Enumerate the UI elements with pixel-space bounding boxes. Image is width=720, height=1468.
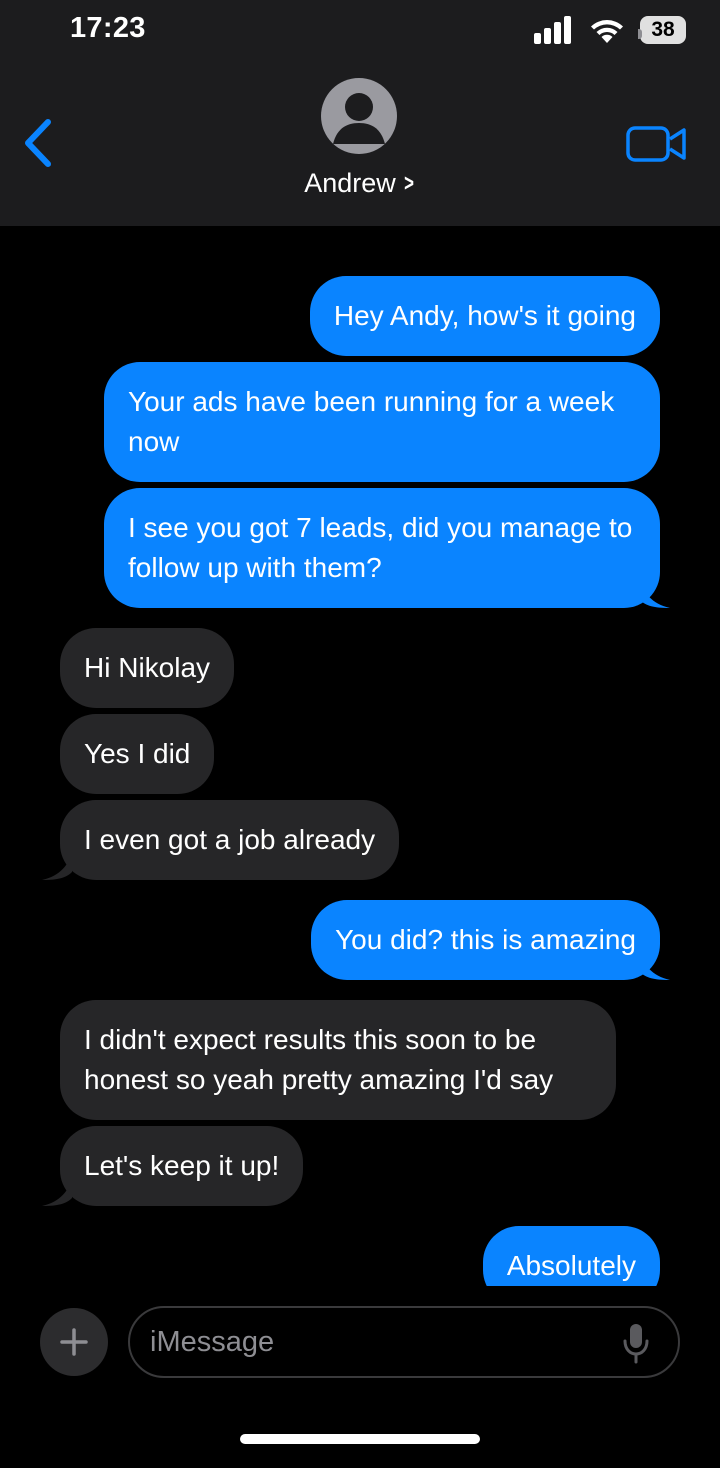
message-bubble-sent[interactable]: Your ads have been running for a week no… [104, 362, 660, 482]
video-camera-icon[interactable] [626, 124, 688, 164]
person-icon [333, 93, 385, 144]
bubble-tail [42, 1176, 72, 1206]
message-input[interactable]: iMessage [128, 1306, 680, 1378]
bubble-tail [640, 578, 670, 608]
bubble-tail [640, 950, 670, 980]
wifi-icon [591, 20, 623, 43]
home-indicator[interactable] [240, 1434, 480, 1444]
message-bubble-sent[interactable]: Hey Andy, how's it going [309, 276, 660, 356]
cellular-signal-icon [534, 16, 571, 44]
message-bubble-received[interactable]: Yes I did [60, 714, 215, 794]
message-thread[interactable]: Hey Andy, how's it going Your ads have b… [0, 226, 720, 1286]
plus-button[interactable] [40, 1308, 108, 1376]
contact-name-button[interactable]: Andrew > [0, 168, 720, 199]
message-bubble-received[interactable]: Hi Nikolay [60, 628, 235, 708]
message-bubble-received[interactable]: Let's keep it up! [60, 1126, 304, 1206]
microphone-icon[interactable] [622, 1322, 650, 1364]
message-bubble-received[interactable]: I didn't expect results this soon to be … [60, 1000, 616, 1120]
conversation-header: 17:23 38 Andrew > [0, 0, 720, 226]
message-input-placeholder: iMessage [150, 1325, 275, 1358]
plus-icon [60, 1328, 88, 1356]
bubble-tail [42, 850, 72, 880]
message-bubble-sent[interactable]: You did? this is amazing [311, 900, 660, 980]
chevron-left-icon[interactable] [18, 116, 58, 170]
message-bubble-sent[interactable]: I see you got 7 leads, did you manage to… [104, 488, 660, 608]
message-bubble-received[interactable]: I even got a job already [60, 800, 400, 880]
battery-indicator: 38 [638, 16, 686, 44]
contact-name: Andrew [304, 168, 396, 198]
battery-level: 38 [651, 18, 675, 41]
message-bubble-sent[interactable]: Absolutely [482, 1226, 660, 1286]
chevron-right-icon: > [403, 169, 414, 197]
avatar[interactable] [321, 78, 397, 154]
status-time: 17:23 [70, 12, 146, 44]
message-composer: iMessage [0, 1286, 720, 1468]
battery-nub [638, 29, 642, 39]
messages-screen: 17:23 38 Andrew > Hey Andy, how's it goi… [0, 0, 720, 1468]
